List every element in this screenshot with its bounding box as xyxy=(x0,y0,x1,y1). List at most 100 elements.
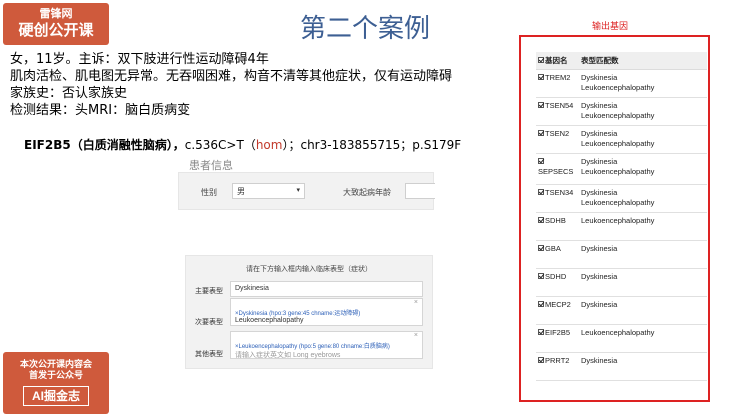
table-row[interactable]: EIF2B5 Leukoencephalopathy xyxy=(536,324,707,353)
phenotype-name: Leukoencephalopathy xyxy=(581,328,655,337)
patient-info-form: 性别 男 ▾ 大致起病年龄 xyxy=(178,172,435,210)
close-icon[interactable]: × xyxy=(414,299,418,306)
gene-name: EIF2B5 xyxy=(545,328,571,337)
phenotype-name: Leukoencephalopathy xyxy=(581,111,655,120)
output-genes-panel: 基因名 表型匹配数 TREM2 Dyskinesia Leukoencephalop… xyxy=(519,35,710,402)
checkbox-icon[interactable] xyxy=(538,301,544,307)
gene-name: TREM2 xyxy=(545,73,571,82)
gene-rows: TREM2 Dyskinesia Leukoencephalopathy TSEN54… xyxy=(536,69,707,381)
secondary-phenotype-label: 次要表型 xyxy=(195,319,223,326)
logo-line2: 硬创公开课 xyxy=(18,22,94,39)
other-phenotype-input[interactable]: × ×Leukoencephalopathy (hpo:5 gene:80 ch… xyxy=(230,331,423,359)
promo-brand: AI掘金志 xyxy=(22,386,89,406)
slide-title: 第二个案例 xyxy=(300,14,431,44)
phenotype-cell: Dyskinesia xyxy=(579,352,707,381)
phenotype-name: Dyskinesia xyxy=(581,244,618,253)
case-line-complaint: 女，11岁。主诉：双下肢进行性运动障碍4年 xyxy=(10,52,269,67)
promo-line1: 本次公开课内容会 xyxy=(19,359,92,369)
phenotype-cell: Dyskinesia Leukoencephalopathy xyxy=(579,69,707,98)
gene-cell: EIF2B5 xyxy=(536,324,579,353)
other-phenotype-placeholder: 请输入症状英文如 Long eyebrows xyxy=(235,352,341,359)
phenotype-name: Leukoencephalopathy xyxy=(581,83,655,92)
checkbox-icon[interactable] xyxy=(538,329,544,335)
phenotype-form: 请在下方输入框内输入临床表型（症状） 主要表型 Dyskinesia 次要表型 … xyxy=(185,255,433,369)
checkbox-icon[interactable] xyxy=(538,57,544,63)
case-line-exam: 肌肉活检、肌电图无异常。无吞咽困难，构音不清等其他症状，仅有运动障碍 xyxy=(10,69,453,84)
output-genes-table: 基因名 表型匹配数 TREM2 Dyskinesia Leukoencephalop… xyxy=(536,52,707,381)
other-phenotype-label: 其他表型 xyxy=(195,351,223,358)
checkbox-icon[interactable] xyxy=(538,102,544,108)
phenotype-name: Dyskinesia xyxy=(581,129,618,138)
phenotype-name: Dyskinesia xyxy=(581,73,618,82)
checkbox-icon[interactable] xyxy=(538,130,544,136)
phenotype-cell: Dyskinesia Leukoencephalopathy xyxy=(579,97,707,126)
leiphone-logo: 雷锋网 硬创公开课 xyxy=(3,3,109,45)
primary-phenotype-input[interactable]: Dyskinesia xyxy=(230,281,423,297)
checkbox-icon[interactable] xyxy=(538,357,544,363)
table-row[interactable]: TSEN54 Dyskinesia Leukoencephalopathy xyxy=(536,97,707,126)
gene-name: TSEN2 xyxy=(545,129,570,138)
phenotype-cell: Dyskinesia xyxy=(579,296,707,325)
gene-name: GBA xyxy=(545,244,561,253)
checkbox-icon[interactable] xyxy=(538,245,544,251)
gene-name: TSEN54 xyxy=(545,101,574,110)
phenotype-cell: Dyskinesia Leukoencephalopathy xyxy=(579,184,707,213)
gene-cell: TSEN34 xyxy=(536,184,579,213)
table-row[interactable]: TSEN2 Dyskinesia Leukoencephalopathy xyxy=(536,125,707,154)
other-phenotype-tag[interactable]: ×Leukoencephalopathy (hpo:5 gene:80 chna… xyxy=(235,341,418,350)
gene-result-line: EIF2B5（白质消融性脑病），c.536C>T（hom）；chr3-18385… xyxy=(24,136,461,153)
case-line-result: 检测结果：头MRI：脑白质病变 xyxy=(10,103,191,118)
phenotype-name: Dyskinesia xyxy=(581,188,618,197)
promo-line2: 首发于公众号 xyxy=(28,370,83,380)
onset-age-input[interactable] xyxy=(405,183,435,199)
checkbox-icon[interactable] xyxy=(538,217,544,223)
gene-cell: SDHD xyxy=(536,268,579,297)
close-icon[interactable]: × xyxy=(414,332,418,339)
mutation-suffix: ）；chr3-183855715；p.S179F xyxy=(282,138,462,152)
gene-name: MECP2 xyxy=(545,300,571,309)
wechat-promo-badge: 本次公开课内容会 首发于公众号 AI掘金志 xyxy=(3,352,109,414)
phenotype-name: Leukoencephalopathy xyxy=(581,167,655,176)
phenotype-cell: Dyskinesia xyxy=(579,240,707,269)
table-row[interactable]: MECP2 Dyskinesia xyxy=(536,296,707,325)
gene-cell: SEPSECS xyxy=(536,153,579,185)
sex-value: 男 xyxy=(237,187,245,196)
table-row[interactable]: TSEN34 Dyskinesia Leukoencephalopathy xyxy=(536,184,707,213)
table-row[interactable]: SDHD Dyskinesia xyxy=(536,268,707,297)
mutation-prefix: c.536C>T（ xyxy=(184,138,256,152)
checkbox-icon[interactable] xyxy=(538,273,544,279)
header-phenotype-match: 表型匹配数 xyxy=(579,52,707,70)
gene-name: SDHB xyxy=(545,216,566,225)
phenotype-form-heading: 请在下方输入框内输入临床表型（症状） xyxy=(246,266,372,273)
table-row[interactable]: PRRT2 Dyskinesia xyxy=(536,352,707,381)
gene-cell: MECP2 xyxy=(536,296,579,325)
gene-name: SDHD xyxy=(545,272,567,281)
phenotype-name: Leukoencephalopathy xyxy=(581,216,655,225)
table-row[interactable]: SDHB Leukoencephalopathy xyxy=(536,212,707,241)
checkbox-icon[interactable] xyxy=(538,158,544,164)
case-line-family: 家族史：否认家族史 xyxy=(10,86,128,101)
gene-cell: TREM2 xyxy=(536,69,579,98)
phenotype-name: Leukoencephalopathy xyxy=(581,139,655,148)
phenotype-name: Dyskinesia xyxy=(581,272,618,281)
phenotype-cell: Dyskinesia Leukoencephalopathy xyxy=(579,153,707,185)
gene-cell: PRRT2 xyxy=(536,352,579,381)
table-row[interactable]: SEPSECS Dyskinesia Leukoencephalopathy xyxy=(536,153,707,185)
checkbox-icon[interactable] xyxy=(538,74,544,80)
phenotype-cell: Dyskinesia xyxy=(579,268,707,297)
secondary-phenotype-tag[interactable]: ×Dyskinesia (hpo:3 gene:45 chname:运动障碍) xyxy=(235,308,418,317)
sex-select[interactable]: 男 ▾ xyxy=(232,183,305,199)
table-row[interactable]: TREM2 Dyskinesia Leukoencephalopathy xyxy=(536,69,707,98)
phenotype-name: Dyskinesia xyxy=(581,157,618,166)
phenotype-cell: Leukoencephalopathy xyxy=(579,324,707,353)
zygosity: hom xyxy=(255,138,283,152)
onset-age-label: 大致起病年龄 xyxy=(343,188,391,197)
secondary-phenotype-input[interactable]: × ×Dyskinesia (hpo:3 gene:45 chname:运动障碍… xyxy=(230,298,423,326)
dropdown-arrow-icon: ▾ xyxy=(296,187,300,194)
table-row[interactable]: GBA Dyskinesia xyxy=(536,240,707,269)
sex-label: 性别 xyxy=(201,188,217,197)
checkbox-icon[interactable] xyxy=(538,189,544,195)
gene-cell: GBA xyxy=(536,240,579,269)
primary-phenotype-value: Dyskinesia xyxy=(235,285,269,292)
gene-cell: TSEN2 xyxy=(536,125,579,154)
